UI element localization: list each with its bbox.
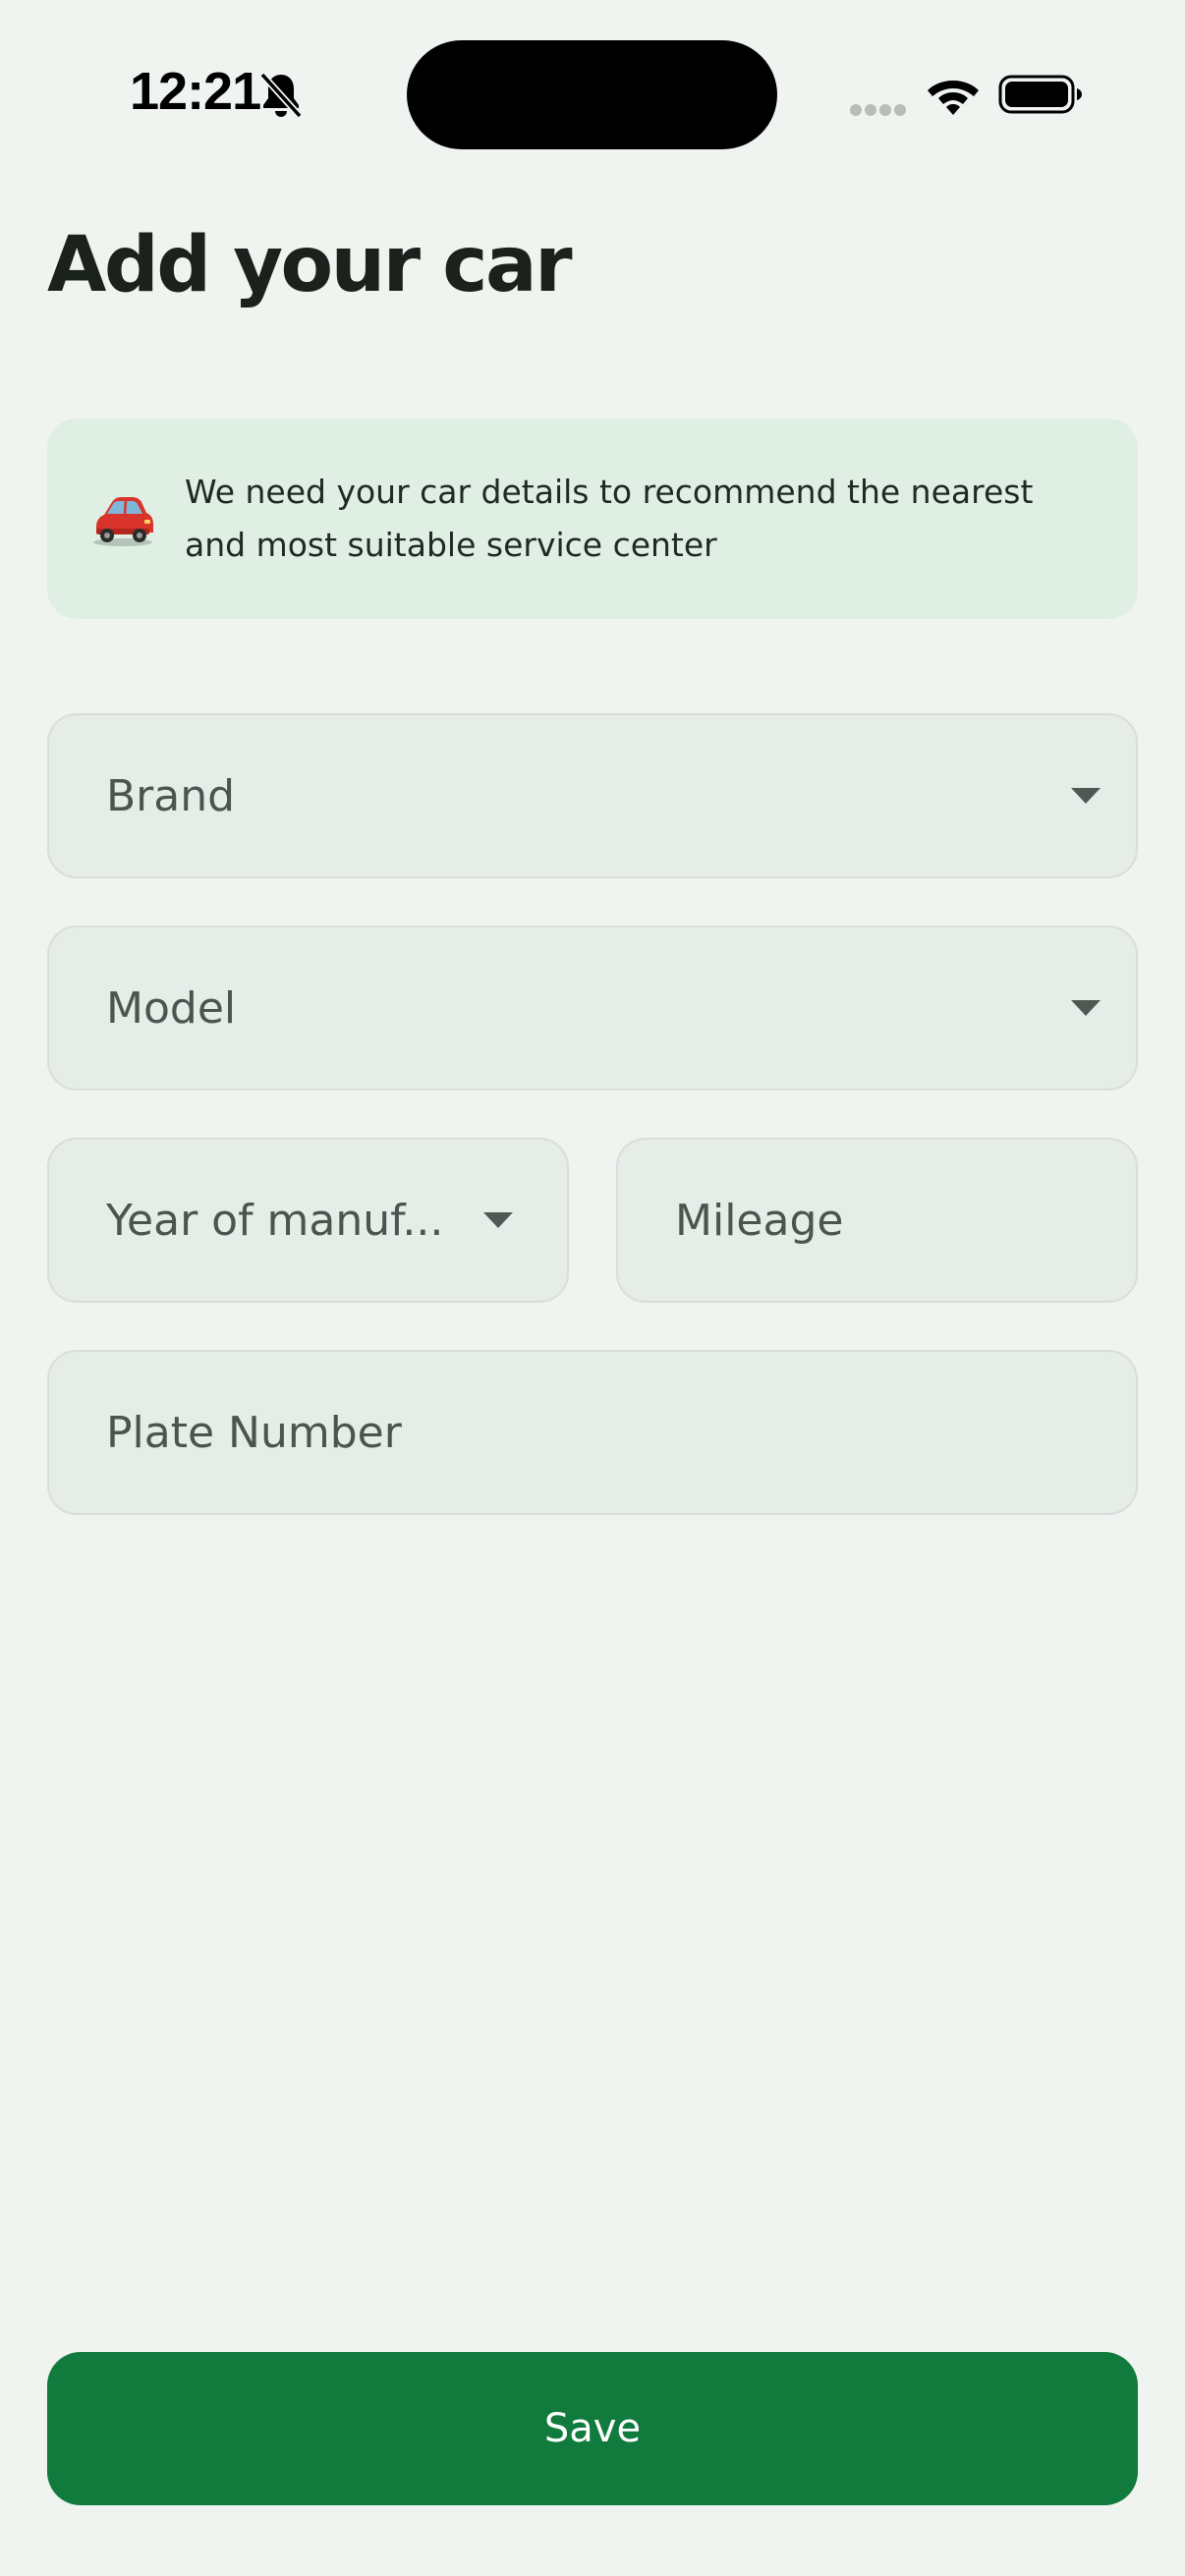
year-dropdown[interactable]: Year of manuf...: [47, 1138, 569, 1303]
model-dropdown[interactable]: Model: [47, 925, 1138, 1091]
chevron-down-icon: [1071, 1000, 1100, 1016]
chevron-down-icon: [1071, 788, 1100, 804]
status-time: 12:21: [130, 62, 261, 121]
wifi-icon: [928, 81, 979, 115]
brand-dropdown[interactable]: Brand: [47, 713, 1138, 878]
year-dropdown-label: Year of manuf...: [106, 1195, 444, 1246]
info-banner: We need your car details to recommend th…: [47, 419, 1138, 619]
chevron-down-icon: [483, 1212, 513, 1228]
add-car-screen: 12:21 Add your car We need your car deta…: [0, 0, 1185, 2576]
page-title: Add your car: [47, 221, 573, 309]
battery-icon: [998, 75, 1082, 114]
model-dropdown-label: Model: [106, 982, 237, 1034]
mileage-input[interactable]: [675, 1140, 1114, 1301]
bell-off-icon: [259, 72, 303, 119]
save-button[interactable]: Save: [47, 2352, 1138, 2505]
brand-dropdown-label: Brand: [106, 770, 236, 821]
info-text: We need your car details to recommend th…: [185, 473, 1034, 564]
dynamic-island: [407, 40, 777, 149]
plate-number-field[interactable]: [47, 1350, 1138, 1515]
plate-number-input[interactable]: [106, 1352, 1114, 1513]
mileage-field[interactable]: [616, 1138, 1138, 1303]
car-icon: [93, 497, 153, 546]
status-bar: 12:21: [0, 0, 1185, 149]
signal-icon: [850, 104, 906, 116]
